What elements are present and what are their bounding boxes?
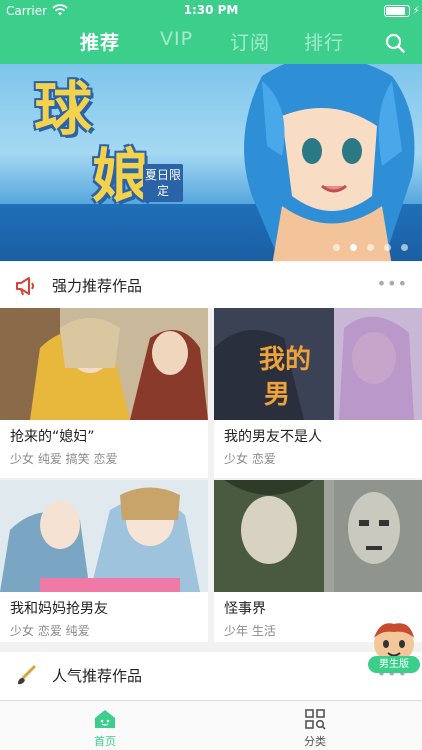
comic-card[interactable]: 抢来的“媳妇” 少女 纯爱 搞笑 恋爱 <box>0 308 208 478</box>
category-grid-icon <box>305 709 326 730</box>
carousel-dot[interactable] <box>333 244 340 251</box>
bottom-tab-bar: 首页 分类 <box>0 700 422 750</box>
section-title: 人气推荐作品 <box>52 667 143 685</box>
app-root: Carrier 1:30 PM ⚡ 推荐 VIP 订阅 排行 球 娘 夏日限定 <box>0 0 422 750</box>
top-nav: 推荐 VIP 订阅 排行 <box>0 22 422 64</box>
comic-cover <box>0 480 208 592</box>
comic-tags: 少女 纯爱 搞笑 恋爱 <box>10 452 118 466</box>
comic-title: 我的男友不是人 <box>224 429 322 445</box>
brush-icon <box>18 665 36 685</box>
comic-tags: 少女 恋爱 纯爱 <box>10 624 90 638</box>
comic-tags: 少年 生活 <box>224 624 276 638</box>
popular-section: 人气推荐作品 ••• <box>0 652 422 700</box>
banner-title-line2: 娘 <box>92 141 151 210</box>
tab-category[interactable]: 分类 <box>285 707 345 749</box>
charging-icon: ⚡ <box>412 4 420 17</box>
banner-title: 球 娘 <box>34 76 150 209</box>
comic-cover: 我的 男 <box>214 308 422 420</box>
comic-cover <box>214 480 422 592</box>
carousel-dot[interactable] <box>384 244 391 251</box>
tab-subscribe[interactable]: 订阅 <box>230 28 270 55</box>
svg-text:男: 男 <box>264 380 290 410</box>
carousel-dot[interactable] <box>367 244 374 251</box>
comic-title: 我和妈妈抢男友 <box>10 601 108 617</box>
home-icon <box>95 710 115 728</box>
tab-ranking[interactable]: 排行 <box>304 28 344 55</box>
comic-title: 抢来的“媳妇” <box>10 429 95 445</box>
tab-vip[interactable]: VIP <box>160 28 193 50</box>
comic-cover <box>0 308 208 420</box>
comic-tags: 少女 恋爱 <box>224 452 276 466</box>
banner-title-line1: 球 <box>34 75 93 143</box>
comic-card[interactable]: 我和妈妈抢男友 少女 恋爱 纯爱 <box>0 480 208 642</box>
megaphone-icon <box>16 277 34 296</box>
section-title: 强力推荐作品 <box>52 277 143 295</box>
mascot-label[interactable]: 男生版 <box>368 656 420 673</box>
search-icon[interactable] <box>384 32 406 54</box>
banner-character-illustration <box>244 64 415 261</box>
battery-icon <box>384 5 410 17</box>
carousel-dot[interactable] <box>401 244 408 251</box>
tab-home-label: 首页 <box>94 735 116 748</box>
section-header: 人气推荐作品 ••• <box>0 652 422 698</box>
tab-category-label: 分类 <box>304 735 326 748</box>
status-bar: Carrier 1:30 PM ⚡ <box>0 0 422 22</box>
carousel-indicator <box>333 244 408 251</box>
clock: 1:30 PM <box>183 3 239 17</box>
tab-recommend[interactable]: 推荐 <box>80 28 120 55</box>
banner-tag: 夏日限定 <box>143 164 183 202</box>
section-header: 强力推荐作品 ••• <box>0 262 422 308</box>
more-icon[interactable]: ••• <box>377 274 408 293</box>
banner-carousel[interactable]: 球 娘 夏日限定 <box>0 64 422 261</box>
comic-title: 怪事界 <box>224 601 266 617</box>
carousel-dot-active[interactable] <box>350 244 357 251</box>
svg-text:我的: 我的 <box>259 344 311 375</box>
comic-card[interactable]: 我的 男 我的男友不是人 少女 恋爱 <box>214 308 422 478</box>
tab-home[interactable]: 首页 <box>75 707 135 749</box>
featured-section: 强力推荐作品 ••• 抢来的“媳妇” 少女 纯爱 搞笑 恋爱 我的 男 我的男友… <box>0 262 422 642</box>
